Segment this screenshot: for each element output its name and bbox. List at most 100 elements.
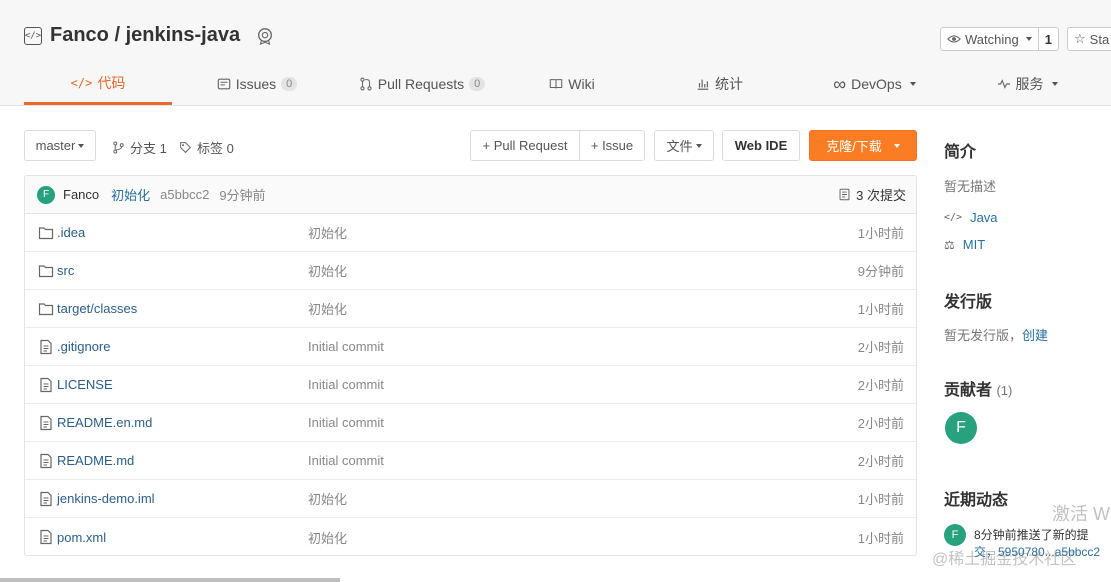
file-commit-message[interactable]: 初始化	[308, 299, 347, 318]
file-commit-message[interactable]: Initial commit	[308, 339, 384, 354]
file-commit-message[interactable]: 初始化	[308, 528, 347, 547]
file-icon	[40, 453, 52, 469]
table-row[interactable]: .idea 初始化 1小时前	[25, 214, 916, 252]
file-icon	[40, 339, 52, 355]
table-row[interactable]: LICENSE Initial commit 2小时前	[25, 366, 916, 404]
file-name-link[interactable]: src	[57, 263, 74, 278]
code-icon: </>	[70, 75, 93, 90]
tab-wiki[interactable]: Wiki	[502, 68, 642, 100]
infinity-icon: ∞	[833, 73, 847, 94]
file-menu-button[interactable]: 文件	[654, 130, 714, 161]
file-icon	[40, 491, 52, 507]
file-name-link[interactable]: README.en.md	[57, 415, 152, 430]
activity-item: F 8分钟前推送了新的提 交，5950780...a5bbcc2	[944, 524, 1100, 561]
new-pull-request-button[interactable]: + Pull Request	[470, 130, 580, 161]
chevron-down-icon	[78, 143, 85, 148]
file-commit-time: 9分钟前	[857, 264, 904, 279]
repo-title-bar: </> Fanco / jenkins-java	[24, 24, 274, 47]
commits-icon	[839, 188, 850, 201]
code-repo-icon: </>	[24, 26, 42, 45]
file-name-link[interactable]: README.md	[57, 453, 134, 468]
table-row[interactable]: jenkins-demo.iml 初始化 1小时前	[25, 480, 916, 518]
tab-devops[interactable]: ∞ DevOps	[797, 68, 952, 100]
chevron-down-icon	[1051, 82, 1058, 86]
pull-request-icon	[360, 77, 372, 91]
tab-pull-requests[interactable]: Pull Requests 0	[342, 68, 502, 100]
new-issue-button[interactable]: + Issue	[579, 130, 645, 161]
tab-label: 服务	[1015, 76, 1044, 92]
file-name-link[interactable]: pom.xml	[57, 530, 106, 545]
web-ide-button[interactable]: Web IDE	[722, 130, 800, 161]
tags-link[interactable]: 标签 0	[179, 138, 234, 157]
scrollbar[interactable]	[0, 578, 340, 582]
intro-title: 简介	[944, 144, 977, 161]
create-release-link[interactable]: 创建	[1022, 328, 1048, 343]
release-info: 暂无发行版，创建	[944, 325, 1048, 344]
file-commit-time: 2小时前	[857, 340, 904, 355]
license-link[interactable]: ⚖ MIT	[944, 237, 985, 252]
file-commit-message[interactable]: 初始化	[308, 489, 347, 508]
file-commit-time: 2小时前	[857, 416, 904, 431]
clone-download-button[interactable]: 克隆/下载	[809, 130, 917, 161]
file-commit-time: 1小时前	[857, 302, 904, 317]
table-row[interactable]: pom.xml 初始化 1小时前	[25, 518, 916, 555]
file-name-link[interactable]: .gitignore	[57, 339, 110, 354]
tab-label: 统计	[715, 76, 743, 92]
branches-count: 分支 1	[130, 141, 167, 156]
file-commit-message[interactable]: 初始化	[308, 261, 347, 280]
issues-count: 0	[281, 77, 298, 91]
branch-select[interactable]: master	[24, 130, 96, 161]
table-row[interactable]: src 初始化 9分钟前	[25, 252, 916, 290]
license-label: MIT	[962, 237, 986, 252]
tab-code[interactable]: </> 代码	[24, 68, 172, 105]
avatar[interactable]: F	[944, 524, 966, 546]
avatar[interactable]: F	[37, 185, 55, 204]
chevron-down-icon	[909, 82, 916, 86]
repo-title[interactable]: Fanco / jenkins-java	[50, 24, 240, 47]
watch-button[interactable]: Watching 1	[940, 27, 1059, 51]
commits-link[interactable]: 3 次提交	[838, 185, 906, 204]
activity-text: 8分钟前推送了新的提	[974, 528, 1089, 542]
tab-label: DevOps	[851, 76, 902, 92]
star-button[interactable]: ☆ Sta	[1067, 27, 1111, 51]
contributor-avatar[interactable]: F	[945, 412, 977, 444]
activity-sub: 交，5950780...a5bbcc2	[974, 545, 1101, 559]
language-link[interactable]: </> Java	[944, 210, 998, 225]
table-row[interactable]: README.en.md Initial commit 2小时前	[25, 404, 916, 442]
file-commit-message[interactable]: Initial commit	[308, 377, 384, 392]
file-commit-message[interactable]: 初始化	[308, 223, 347, 242]
table-row[interactable]: README.md Initial commit 2小时前	[25, 442, 916, 480]
commit-sha[interactable]: a5bbcc2	[160, 187, 209, 202]
branches-link[interactable]: 分支 1	[112, 138, 167, 157]
watch-count[interactable]: 1	[1039, 28, 1058, 50]
file-table: F Fanco 初始化 a5bbcc2 9分钟前 3 次提交 .idea 初始化 1…	[24, 175, 917, 556]
file-name-link[interactable]: jenkins-demo.iml	[57, 491, 155, 506]
file-name-link[interactable]: target/classes	[57, 301, 137, 316]
chevron-down-icon	[695, 143, 702, 148]
file-commit-time: 2小时前	[857, 454, 904, 469]
folder-icon	[38, 303, 54, 316]
activity-title: 近期动态	[944, 492, 1009, 509]
tags-count: 标签 0	[197, 141, 234, 156]
branch-label: master	[35, 138, 76, 153]
commit-message[interactable]: 初始化	[111, 185, 150, 204]
watch-label: Watching	[965, 31, 1019, 47]
file-name-link[interactable]: .idea	[57, 225, 85, 240]
repo-tabs: </> 代码 Issues 0 Pull Requests 0 Wiki 统计 …	[24, 68, 1102, 105]
activity-body: 8分钟前推送了新的提 交，5950780...a5bbcc2	[974, 527, 1100, 561]
intro-text: 暂无描述	[944, 179, 997, 194]
table-row[interactable]: target/classes 初始化 1小时前	[25, 290, 916, 328]
tab-issues[interactable]: Issues 0	[172, 68, 342, 100]
table-row[interactable]: .gitignore Initial commit 2小时前	[25, 328, 916, 366]
tab-services[interactable]: 服务	[952, 68, 1102, 100]
file-commit-message[interactable]: Initial commit	[308, 453, 384, 468]
file-menu-label: 文件	[666, 139, 693, 154]
file-commit-message[interactable]: Initial commit	[308, 415, 384, 430]
tab-label: 代码	[97, 74, 126, 91]
contributors-label: 贡献者	[944, 382, 993, 399]
file-list: .idea 初始化 1小时前 src 初始化 9分钟前 target/classes 初始化 1…	[25, 214, 916, 555]
tab-stats[interactable]: 统计	[642, 68, 797, 100]
commit-author[interactable]: Fanco	[63, 187, 99, 202]
chevron-down-icon	[1025, 37, 1032, 41]
file-name-link[interactable]: LICENSE	[57, 377, 113, 392]
